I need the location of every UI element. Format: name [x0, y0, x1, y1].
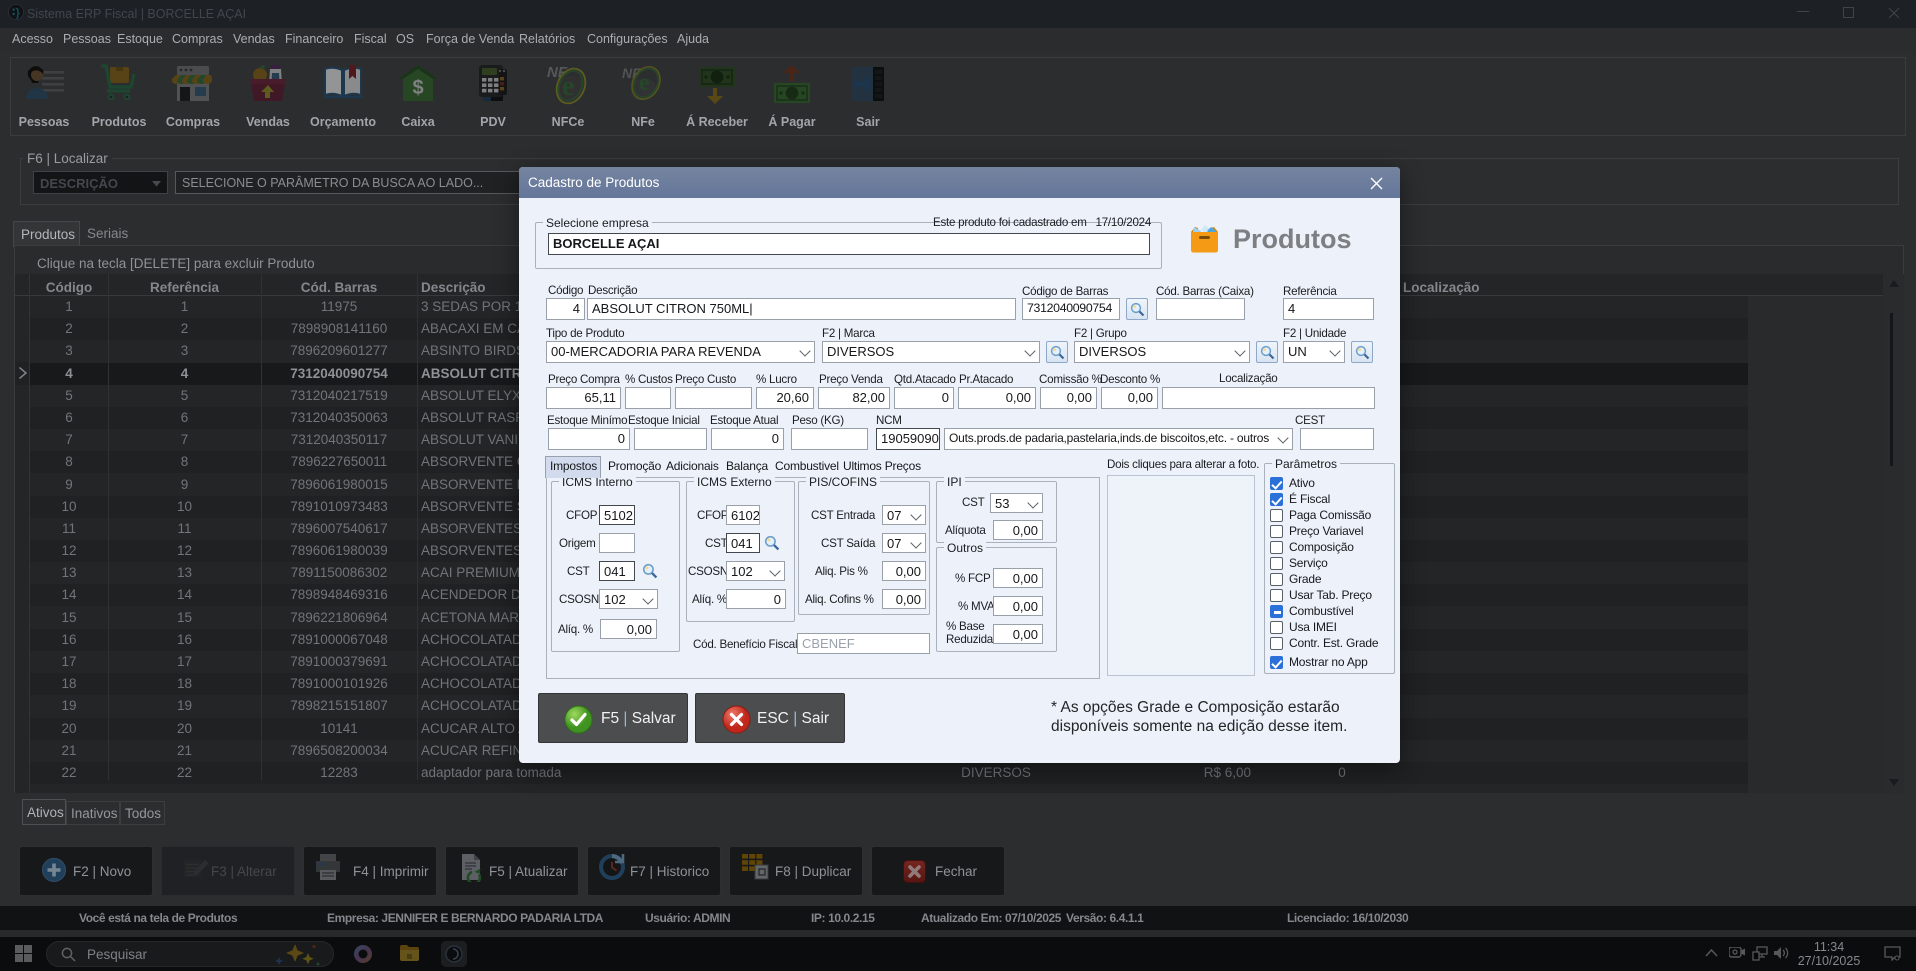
- svg-text:e: e: [639, 70, 650, 96]
- svg-text:}: }: [16, 7, 21, 19]
- svg-text:$: $: [412, 77, 423, 99]
- svg-text:e: e: [562, 71, 574, 102]
